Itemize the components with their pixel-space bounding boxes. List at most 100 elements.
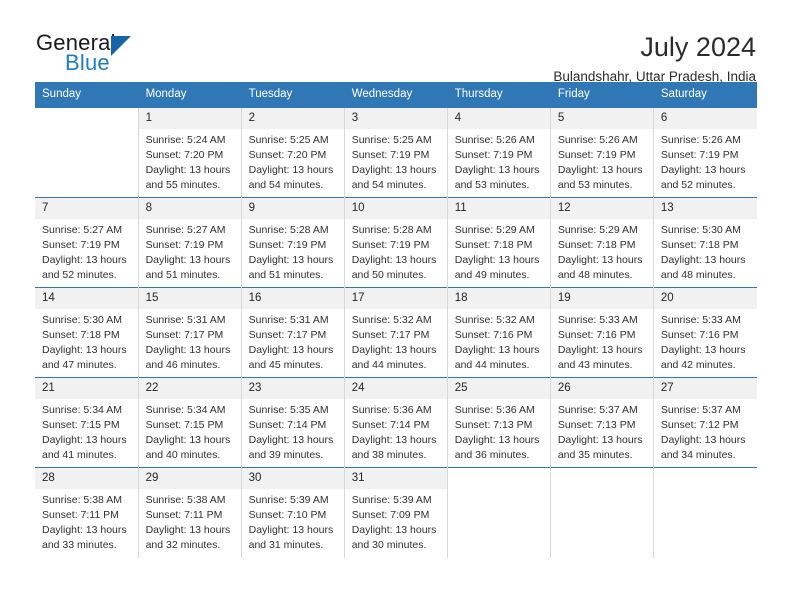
day-details: Sunrise: 5:34 AM Sunset: 7:15 PM Daylight:…: [139, 399, 241, 463]
day-number: 8: [138, 198, 241, 220]
sunrise-text: Sunrise: 5:30 AM: [660, 224, 741, 237]
daylight-text-line2: and 45 minutes.: [248, 359, 324, 372]
daylight-text-line1: Daylight: 13 hours: [42, 434, 127, 447]
calendar-day-cell[interactable]: 31 Sunrise: 5:39 AM Sunset: 7:09 PM Dayligh…: [344, 467, 448, 558]
page-title: July 2024: [640, 32, 756, 62]
daylight-text-line2: and 33 minutes.: [42, 539, 117, 552]
sunset-text: Sunset: 7:11 PM: [145, 509, 223, 522]
sunset-text: Sunset: 7:18 PM: [42, 329, 120, 342]
calendar-day-cell[interactable]: 10 Sunrise: 5:28 AM Sunset: 7:19 PM Dayligh…: [344, 197, 448, 288]
daylight-text-line2: and 34 minutes.: [660, 449, 736, 462]
calendar-week-row: 7 Sunrise: 5:27 AM Sunset: 7:19 PM Daylight…: [35, 197, 757, 288]
calendar-day-cell[interactable]: 17 Sunrise: 5:32 AM Sunset: 7:17 PM Dayligh…: [344, 287, 448, 378]
day-details: Sunrise: 5:39 AM Sunset: 7:09 PM Daylight:…: [345, 489, 447, 553]
daylight-text-line2: and 38 minutes.: [351, 449, 427, 462]
calendar-day-cell[interactable]: 18 Sunrise: 5:32 AM Sunset: 7:16 PM Dayligh…: [447, 287, 551, 378]
calendar-day-cell[interactable]: 7 Sunrise: 5:27 AM Sunset: 7:19 PM Daylight…: [35, 197, 139, 288]
sunrise-text: Sunrise: 5:31 AM: [248, 314, 329, 327]
day-details: Sunrise: 5:25 AM Sunset: 7:19 PM Daylight:…: [345, 129, 447, 193]
calendar-day-cell[interactable]: 3 Sunrise: 5:25 AM Sunset: 7:19 PM Daylight…: [344, 107, 448, 198]
day-number: 25: [447, 378, 550, 400]
calendar-day-cell[interactable]: 25 Sunrise: 5:36 AM Sunset: 7:13 PM Dayligh…: [447, 377, 551, 468]
calendar-day-cell[interactable]: 11 Sunrise: 5:29 AM Sunset: 7:18 PM Dayligh…: [447, 197, 551, 288]
calendar-day-cell[interactable]: 6 Sunrise: 5:26 AM Sunset: 7:19 PM Daylight…: [653, 107, 757, 198]
brand-name-blue: Blue: [65, 50, 110, 75]
calendar-cell-empty: [447, 467, 551, 558]
calendar-day-cell[interactable]: 29 Sunrise: 5:38 AM Sunset: 7:11 PM Dayligh…: [138, 467, 242, 558]
daylight-text-line2: and 53 minutes.: [557, 179, 633, 192]
calendar-day-cell[interactable]: 4 Sunrise: 5:26 AM Sunset: 7:19 PM Daylight…: [447, 107, 551, 198]
daylight-text-line2: and 44 minutes.: [454, 359, 530, 372]
daylight-text-line2: and 48 minutes.: [660, 269, 736, 282]
calendar-week-row: 14 Sunrise: 5:30 AM Sunset: 7:18 PM Dayligh…: [35, 287, 757, 378]
day-number: 15: [138, 288, 241, 310]
day-number: 13: [653, 198, 757, 220]
calendar-day-cell[interactable]: 20 Sunrise: 5:33 AM Sunset: 7:16 PM Dayligh…: [653, 287, 757, 378]
daylight-text-line2: and 43 minutes.: [557, 359, 633, 372]
day-details: Sunrise: 5:33 AM Sunset: 7:16 PM Daylight:…: [654, 309, 757, 373]
daylight-text-line1: Daylight: 13 hours: [248, 344, 334, 357]
calendar-day-cell[interactable]: 22 Sunrise: 5:34 AM Sunset: 7:15 PM Dayligh…: [138, 377, 242, 468]
daylight-text-line1: Daylight: 13 hours: [42, 254, 127, 267]
calendar-day-cell[interactable]: 1 Sunrise: 5:24 AM Sunset: 7:20 PM Daylight…: [138, 107, 242, 198]
daylight-text-line2: and 39 minutes.: [248, 449, 324, 462]
sunset-text: Sunset: 7:09 PM: [351, 509, 430, 522]
calendar-week-row: 1 Sunrise: 5:24 AM Sunset: 7:20 PM Daylight…: [35, 107, 757, 198]
calendar-day-cell[interactable]: 24 Sunrise: 5:36 AM Sunset: 7:14 PM Dayligh…: [344, 377, 448, 468]
calendar-day-cell[interactable]: 12 Sunrise: 5:29 AM Sunset: 7:18 PM Dayligh…: [550, 197, 654, 288]
calendar-day-cell[interactable]: 2 Sunrise: 5:25 AM Sunset: 7:20 PM Daylight…: [241, 107, 345, 198]
sunset-text: Sunset: 7:19 PM: [42, 239, 120, 252]
calendar-page: General Blue July 2024 Bulandshahr, Utta…: [0, 0, 792, 612]
calendar-day-cell[interactable]: 19 Sunrise: 5:33 AM Sunset: 7:16 PM Dayligh…: [550, 287, 654, 378]
day-number: 19: [550, 288, 653, 310]
day-details: Sunrise: 5:39 AM Sunset: 7:10 PM Daylight:…: [242, 489, 344, 553]
calendar-day-cell[interactable]: 30 Sunrise: 5:39 AM Sunset: 7:10 PM Dayligh…: [241, 467, 345, 558]
daylight-text-line2: and 46 minutes.: [145, 359, 221, 372]
calendar-day-cell[interactable]: 13 Sunrise: 5:30 AM Sunset: 7:18 PM Dayligh…: [653, 197, 757, 288]
calendar-day-cell[interactable]: 27 Sunrise: 5:37 AM Sunset: 7:12 PM Dayligh…: [653, 377, 757, 468]
calendar-table: Sunday Monday Tuesday Wednesday Thursday Frid…: [35, 82, 758, 558]
calendar-day-cell[interactable]: 5 Sunrise: 5:26 AM Sunset: 7:19 PM Daylight…: [550, 107, 654, 198]
sunrise-text: Sunrise: 5:28 AM: [351, 224, 432, 237]
day-details: Sunrise: 5:36 AM Sunset: 7:14 PM Daylight:…: [345, 399, 447, 463]
calendar-day-cell[interactable]: 26 Sunrise: 5:37 AM Sunset: 7:13 PM Dayligh…: [550, 377, 654, 468]
calendar-day-cell[interactable]: 16 Sunrise: 5:31 AM Sunset: 7:17 PM Dayligh…: [241, 287, 345, 378]
calendar-week-row: 28 Sunrise: 5:38 AM Sunset: 7:11 PM Dayligh…: [35, 467, 757, 558]
calendar-day-cell[interactable]: 8 Sunrise: 5:27 AM Sunset: 7:19 PM Daylight…: [138, 197, 242, 288]
calendar-week-row: 21 Sunrise: 5:34 AM Sunset: 7:15 PM Dayligh…: [35, 377, 757, 468]
daylight-text-line1: Daylight: 13 hours: [557, 164, 643, 177]
daylight-text-line2: and 41 minutes.: [42, 449, 117, 462]
day-details: Sunrise: 5:26 AM Sunset: 7:19 PM Daylight:…: [654, 129, 757, 193]
sunset-text: Sunset: 7:13 PM: [454, 419, 533, 432]
calendar-day-cell[interactable]: 15 Sunrise: 5:31 AM Sunset: 7:17 PM Dayligh…: [138, 287, 242, 378]
calendar-cell-empty: [653, 467, 757, 558]
calendar-day-cell[interactable]: 28 Sunrise: 5:38 AM Sunset: 7:11 PM Dayligh…: [35, 467, 139, 558]
daylight-text-line2: and 36 minutes.: [454, 449, 530, 462]
day-number: 24: [344, 378, 447, 400]
calendar-day-cell[interactable]: 14 Sunrise: 5:30 AM Sunset: 7:18 PM Dayligh…: [35, 287, 139, 378]
day-number: 29: [138, 468, 241, 490]
daylight-text-line2: and 48 minutes.: [557, 269, 633, 282]
daylight-text-line1: Daylight: 13 hours: [145, 254, 231, 267]
daylight-text-line1: Daylight: 13 hours: [351, 164, 437, 177]
day-details: Sunrise: 5:32 AM Sunset: 7:16 PM Daylight:…: [448, 309, 550, 373]
day-details: Sunrise: 5:37 AM Sunset: 7:12 PM Daylight:…: [654, 399, 757, 463]
day-number: 23: [241, 378, 344, 400]
sunrise-text: Sunrise: 5:32 AM: [351, 314, 432, 327]
sunset-text: Sunset: 7:20 PM: [145, 149, 224, 162]
day-number: 31: [344, 468, 447, 490]
day-number: 17: [344, 288, 447, 310]
day-number: 6: [653, 108, 757, 130]
sunrise-text: Sunrise: 5:28 AM: [248, 224, 329, 237]
day-number: [550, 468, 653, 486]
day-details: Sunrise: 5:37 AM Sunset: 7:13 PM Daylight:…: [551, 399, 653, 463]
calendar-day-cell[interactable]: 9 Sunrise: 5:28 AM Sunset: 7:19 PM Daylight…: [241, 197, 345, 288]
sunrise-text: Sunrise: 5:37 AM: [557, 404, 638, 417]
triangle-icon: [111, 36, 131, 56]
day-details: Sunrise: 5:31 AM Sunset: 7:17 PM Daylight:…: [139, 309, 241, 373]
calendar-day-cell[interactable]: 21 Sunrise: 5:34 AM Sunset: 7:15 PM Dayligh…: [35, 377, 139, 468]
sunset-text: Sunset: 7:15 PM: [42, 419, 120, 432]
calendar-day-cell[interactable]: 23 Sunrise: 5:35 AM Sunset: 7:14 PM Dayligh…: [241, 377, 345, 468]
daylight-text-line1: Daylight: 13 hours: [557, 254, 643, 267]
day-number: 20: [653, 288, 757, 310]
